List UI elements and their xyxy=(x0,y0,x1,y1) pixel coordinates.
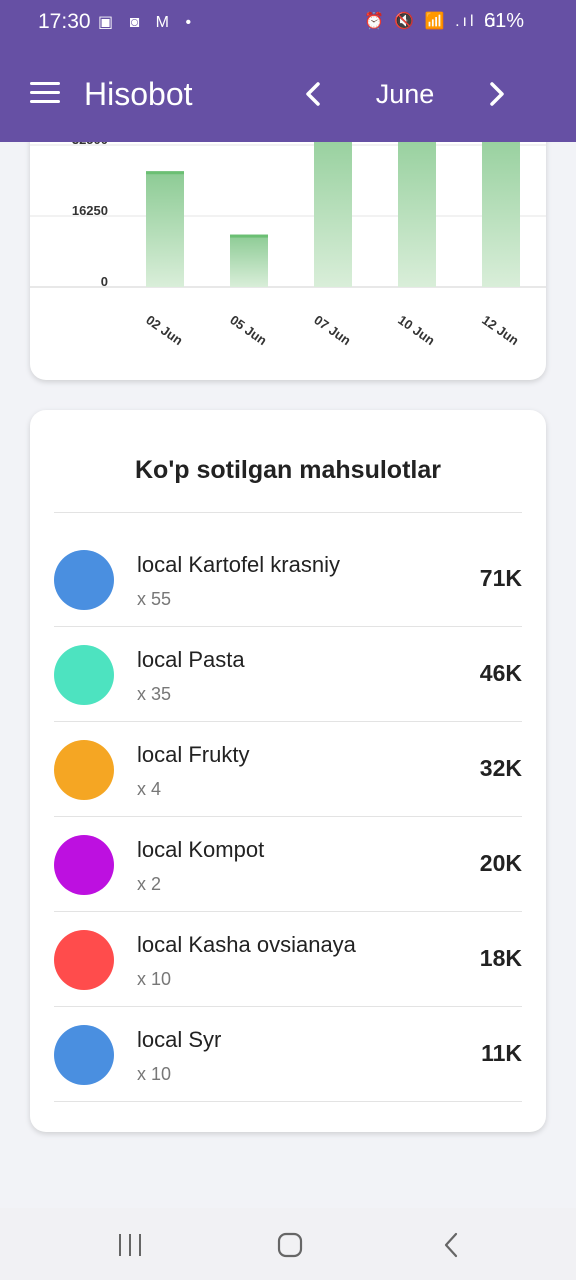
back-icon[interactable] xyxy=(432,1230,472,1260)
x-tick-label: 07 Jun xyxy=(311,312,353,348)
product-name: local Frukty xyxy=(137,742,250,767)
product-amount: 71K xyxy=(479,565,522,591)
product-amount: 18K xyxy=(479,945,522,971)
chart-bar[interactable] xyxy=(230,234,268,287)
product-row[interactable]: local Frukty x 4 32K xyxy=(54,722,522,817)
chart-bar-cap xyxy=(146,171,184,175)
product-row[interactable]: local Kasha ovsianaya x 10 18K xyxy=(54,912,522,1007)
y-tick-label: 0 xyxy=(101,274,108,289)
hamburger-menu-icon[interactable] xyxy=(30,82,60,104)
product-name: local Syr xyxy=(137,1027,222,1052)
home-icon[interactable] xyxy=(270,1230,310,1260)
product-quantity: x 4 xyxy=(137,779,162,799)
top-products-card: Ko'p sotilgan mahsulotlar local Kartofel… xyxy=(30,410,546,1132)
status-time: 17:30 xyxy=(38,10,91,33)
product-name: local Kompot xyxy=(137,837,265,862)
product-amount: 46K xyxy=(479,660,522,686)
chart-bar[interactable] xyxy=(146,171,184,287)
x-tick-label: 02 Jun xyxy=(143,312,185,348)
recent-apps-icon[interactable] xyxy=(110,1230,150,1260)
y-tick-label: 16250 xyxy=(72,203,108,218)
top-bar: 17:30 ▣ ◙ M • ⏰ 🔇 📶 .ıl .ıl 61% Hisobot … xyxy=(0,0,576,142)
product-row[interactable]: local Pasta x 35 46K xyxy=(54,627,522,722)
page-title: Hisobot xyxy=(84,76,193,112)
x-tick-label: 12 Jun xyxy=(479,312,521,348)
product-name: local Pasta xyxy=(137,647,245,672)
sales-chart-card: 0162503250002 Jun05 Jun07 Jun10 Jun12 Ju… xyxy=(30,100,546,380)
status-bar: 17:30 ▣ ◙ M • ⏰ 🔇 📶 .ıl .ıl 61% xyxy=(0,0,576,44)
product-color-dot xyxy=(54,835,114,895)
chevron-left-icon[interactable] xyxy=(296,74,332,114)
top-products-title: Ko'p sotilgan mahsulotlar xyxy=(135,456,441,484)
product-amount: 20K xyxy=(479,850,522,876)
chevron-right-icon[interactable] xyxy=(480,74,516,114)
product-color-dot xyxy=(54,645,114,705)
battery-percentage: 61% xyxy=(484,10,525,32)
product-amount: 11K xyxy=(481,1040,522,1066)
product-quantity: x 35 xyxy=(137,684,172,704)
sales-chart: 0162503250002 Jun05 Jun07 Jun10 Jun12 Ju… xyxy=(30,112,546,348)
product-quantity: x 55 xyxy=(137,589,172,609)
divider xyxy=(54,512,522,513)
product-row[interactable]: local Kartofel krasniy x 55 71K xyxy=(54,532,522,627)
product-color-dot xyxy=(54,740,114,800)
system-navigation-bar xyxy=(0,1208,576,1280)
chart-bar-cap xyxy=(230,234,268,238)
product-row[interactable]: local Kompot x 2 20K xyxy=(54,817,522,912)
app-bar: Hisobot June xyxy=(0,44,576,142)
product-name: local Kartofel krasniy xyxy=(137,552,340,577)
product-quantity: x 10 xyxy=(137,1064,172,1084)
notification-icons: ▣ ◙ M • xyxy=(98,14,198,31)
product-color-dot xyxy=(54,930,114,990)
product-color-dot xyxy=(54,1025,114,1085)
product-name: local Kasha ovsianaya xyxy=(137,932,356,957)
product-quantity: x 10 xyxy=(137,969,172,989)
product-color-dot xyxy=(54,550,114,610)
month-label: June xyxy=(375,79,435,109)
x-tick-label: 05 Jun xyxy=(227,312,269,348)
product-amount: 32K xyxy=(479,755,522,781)
product-list: local Kartofel krasniy x 55 71K local Pa… xyxy=(54,532,522,1102)
x-tick-label: 10 Jun xyxy=(395,312,437,348)
product-quantity: x 2 xyxy=(137,874,162,894)
product-row[interactable]: local Syr x 10 11K xyxy=(54,1007,522,1102)
